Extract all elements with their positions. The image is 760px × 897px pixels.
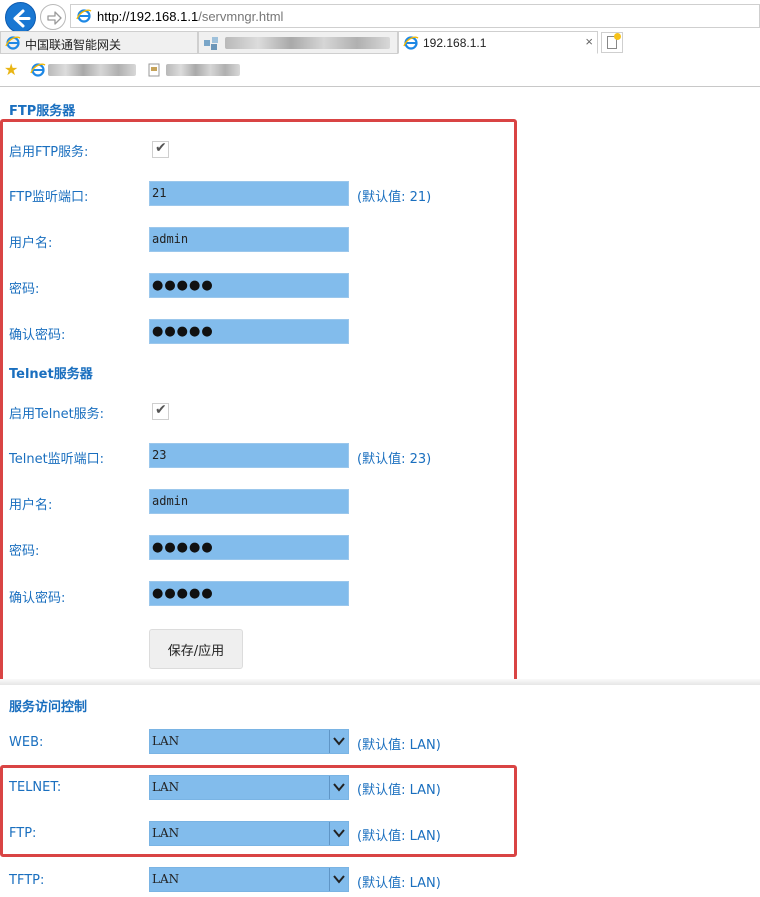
address-url: http://192.168.1.1/servmngr.html [97,9,284,24]
access-web-select[interactable]: LAN [149,729,349,754]
page-icon [148,63,160,77]
new-tab-button[interactable] [601,32,623,53]
favorites-bar: ★ [0,56,760,84]
ie-icon [76,9,92,23]
ftp-section-title: FTP服务器 [9,104,76,119]
address-bar[interactable]: http://192.168.1.1/servmngr.html [70,4,760,28]
ie-icon [403,36,419,50]
network-icon [204,37,218,50]
chevron-down-icon[interactable] [329,868,348,891]
tab-strip: 中国联通智能网关 192.168.1.1 × [0,31,760,54]
arrow-right-icon [47,11,62,25]
select-value: LAN [152,872,180,886]
blurred-favorite[interactable] [166,64,240,76]
access-web-hint: (默认值: LAN) [357,738,441,753]
tab-label: 192.168.1.1 [423,36,487,50]
access-tftp-label: TFTP: [9,873,45,888]
access-section-title: 服务访问控制 [9,700,88,715]
ie-icon [5,36,21,50]
blurred-tab-title [225,37,390,49]
select-value: LAN [152,734,180,748]
highlight-box-access [0,765,517,857]
access-tftp-select[interactable]: LAN [149,867,349,892]
blurred-favorite[interactable] [48,64,136,76]
arrow-left-icon [13,9,31,28]
tab-blurred[interactable] [198,31,398,54]
access-web-label: WEB: [9,735,44,750]
forward-button[interactable] [40,4,66,30]
back-button[interactable] [5,2,36,33]
access-tftp-hint: (默认值: LAN) [357,876,441,891]
ie-icon [30,63,46,77]
chevron-down-icon[interactable] [329,730,348,753]
favorites-star-icon[interactable]: ★ [4,60,18,79]
section-divider [0,679,760,685]
close-icon[interactable]: × [585,34,593,49]
highlight-box-servers [0,119,517,682]
tab-router[interactable]: 192.168.1.1 × [398,31,598,54]
tab-gateway[interactable]: 中国联通智能网关 [0,31,198,54]
tab-label: 中国联通智能网关 [25,38,122,52]
browser-chrome: http://192.168.1.1/servmngr.html 中国联通智能网… [0,0,760,87]
